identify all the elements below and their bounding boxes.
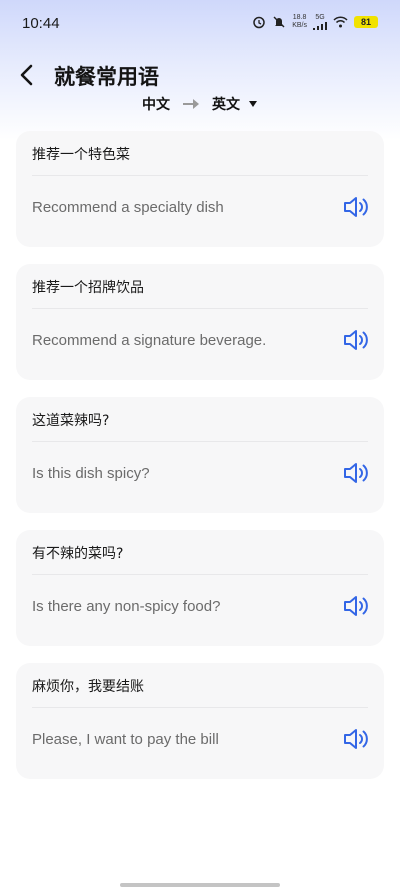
phrase-chinese: 麻烦你，我要结账	[32, 679, 144, 695]
speed-value: 18.8	[292, 14, 307, 21]
target-language: 英文	[212, 97, 240, 113]
phrase-english: Recommend a specialty dish	[32, 199, 224, 216]
phrase-card[interactable]: 推荐一个特色菜 Recommend a specialty dish	[16, 131, 384, 247]
divider	[32, 175, 368, 176]
status-icons: 18.8 KB/s 5G 81	[252, 14, 378, 30]
speaker-icon[interactable]	[342, 461, 370, 485]
arrow-right-icon	[183, 99, 199, 109]
status-bar: 10:44 18.8 KB/s 5G 81	[0, 0, 400, 48]
caret-down-icon	[249, 101, 257, 107]
phrase-english: Is there any non-spicy food?	[32, 598, 221, 615]
speaker-icon[interactable]	[342, 195, 370, 219]
mute-icon	[273, 16, 285, 28]
signal: 5G	[313, 14, 327, 30]
phrase-card[interactable]: 有不辣的菜吗? Is there any non-spicy food?	[16, 530, 384, 646]
phrase-english: Recommend a signature beverage.	[32, 332, 267, 349]
signal-icon	[313, 22, 327, 30]
phrase-card[interactable]: 这道菜辣吗? Is this dish spicy?	[16, 397, 384, 513]
home-indicator[interactable]	[120, 883, 280, 887]
back-arrow-icon[interactable]	[12, 59, 44, 91]
phrase-chinese: 这道菜辣吗?	[32, 413, 110, 429]
header: 就餐常用语	[0, 55, 400, 95]
status-time: 10:44	[22, 15, 60, 32]
speaker-icon[interactable]	[342, 594, 370, 618]
target-language-dropdown[interactable]: 英文	[212, 94, 258, 114]
wifi-icon	[333, 16, 348, 28]
phrase-card[interactable]: 麻烦你，我要结账 Please, I want to pay the bill	[16, 663, 384, 779]
divider	[32, 574, 368, 575]
phrase-chinese: 推荐一个特色菜	[32, 147, 130, 163]
phrase-card[interactable]: 推荐一个招牌饮品 Recommend a signature beverage.	[16, 264, 384, 380]
divider	[32, 308, 368, 309]
phrase-english: Is this dish spicy?	[32, 465, 150, 482]
divider	[32, 441, 368, 442]
page-title: 就餐常用语	[54, 65, 159, 89]
speaker-icon[interactable]	[342, 727, 370, 751]
speed-unit: KB/s	[292, 22, 307, 29]
network-speed: 18.8 KB/s	[292, 14, 307, 30]
speaker-icon[interactable]	[342, 328, 370, 352]
network-type: 5G	[315, 14, 325, 21]
source-language[interactable]: 中文	[142, 94, 170, 114]
battery-indicator: 81	[354, 16, 378, 28]
phrase-chinese: 推荐一个招牌饮品	[32, 280, 144, 296]
language-selector: 中文 英文	[0, 92, 400, 116]
phrase-chinese: 有不辣的菜吗?	[32, 546, 124, 562]
phrase-english: Please, I want to pay the bill	[32, 731, 219, 748]
alarm-icon	[253, 16, 265, 29]
divider	[32, 707, 368, 708]
